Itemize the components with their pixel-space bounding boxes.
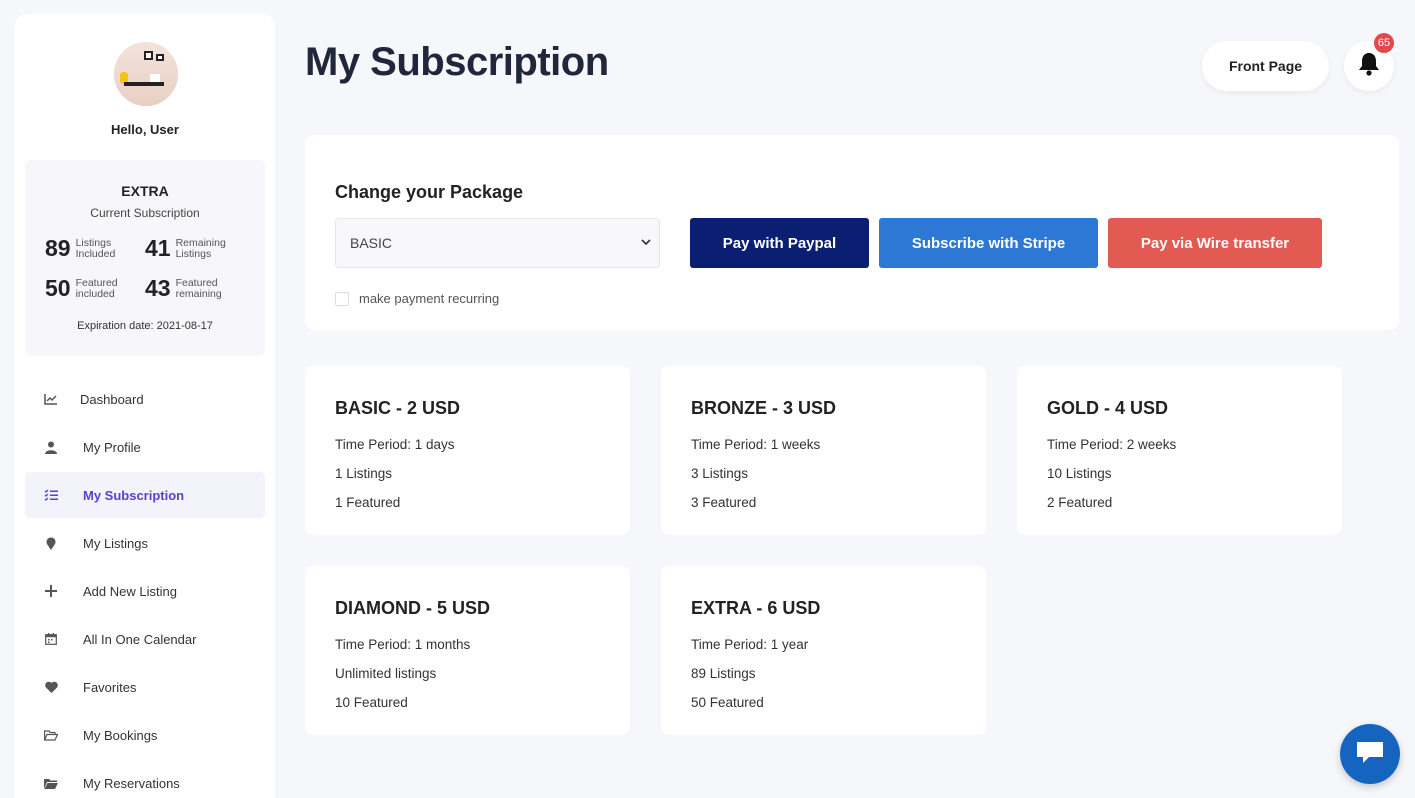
sidebar-item-label: My Listings (83, 535, 149, 551)
package-featured: 3 Featured (691, 495, 757, 510)
sidebar-item-label: All In One Calendar (83, 631, 197, 647)
chart-icon (43, 391, 59, 407)
change-package-panel: Change your Package BASIC Pay with Paypa… (305, 135, 1399, 330)
page-title: My Subscription (305, 40, 609, 84)
folder-icon (43, 775, 59, 791)
subscription-caption: Current Subscription (90, 206, 200, 220)
plus-icon (43, 583, 59, 599)
stat-featured-included: 50 Featured included (45, 275, 136, 302)
package-featured: 10 Featured (335, 695, 408, 710)
package-title: DIAMOND - 5 USD (335, 598, 491, 618)
sidebar-item-my-subscription[interactable]: My Subscription (25, 472, 265, 518)
package-card-diamond: DIAMOND - 5 USD Time Period: 1 months Un… (305, 566, 630, 735)
user-greeting: Hello, User (111, 122, 179, 137)
package-card-bronze: BRONZE - 3 USD Time Period: 1 weeks 3 Li… (661, 366, 986, 535)
stat-label: Featured included (75, 276, 118, 300)
stat-value: 43 (145, 275, 171, 301)
sidebar-item-calendar[interactable]: All In One Calendar (25, 616, 265, 662)
sidebar-item-add-new-listing[interactable]: Add New Listing (25, 568, 265, 614)
list-check-icon (43, 487, 59, 503)
front-page-button[interactable]: Front Page (1202, 41, 1329, 91)
sidebar-item-label: My Profile (83, 439, 141, 455)
subscribe-with-stripe-button[interactable]: Subscribe with Stripe (879, 218, 1098, 268)
sidebar-item-label: Add New Listing (83, 583, 177, 599)
package-select-value: BASIC (350, 235, 393, 251)
package-period: Time Period: 1 year (691, 637, 809, 652)
sidebar-item-favorites[interactable]: Favorites (25, 664, 265, 710)
recurring-payment-option: make payment recurring (335, 291, 499, 306)
change-package-heading: Change your Package (335, 182, 524, 202)
sidebar-item-my-reservations[interactable]: My Reservations (25, 760, 265, 798)
sidebar-item-label: Favorites (83, 679, 137, 695)
package-featured: 1 Featured (335, 495, 401, 510)
package-listings: 1 Listings (335, 466, 393, 481)
stat-remaining-listings: 41 Remaining Listings (145, 235, 236, 262)
stat-label: Featured remaining (175, 276, 222, 300)
pay-via-wire-transfer-button[interactable]: Pay via Wire transfer (1108, 218, 1322, 268)
package-listings: 10 Listings (1047, 466, 1112, 481)
package-period: Time Period: 1 days (335, 437, 455, 452)
chat-button[interactable] (1340, 724, 1400, 784)
stat-label: Listings Included (75, 236, 116, 260)
package-period: Time Period: 2 weeks (1047, 437, 1177, 452)
subscription-summary: EXTRA Current Subscription 89 Listings I… (25, 160, 265, 356)
sidebar-item-dashboard[interactable]: Dashboard (25, 376, 265, 422)
package-card-basic: BASIC - 2 USD Time Period: 1 days 1 List… (305, 366, 630, 535)
stat-value: 41 (145, 235, 171, 261)
calendar-icon (43, 631, 59, 647)
expiration-date: Expiration date: 2021-08-17 (77, 320, 213, 332)
heart-icon (43, 679, 59, 695)
package-card-gold: GOLD - 4 USD Time Period: 2 weeks 10 Lis… (1017, 366, 1342, 535)
bell-icon (1358, 52, 1380, 81)
map-pin-icon (43, 535, 59, 551)
package-period: Time Period: 1 months (335, 637, 471, 652)
recurring-payment-checkbox[interactable] (335, 291, 349, 306)
sidebar-item-my-bookings[interactable]: My Bookings (25, 712, 265, 758)
package-select[interactable]: BASIC (335, 218, 660, 268)
package-title: EXTRA - 6 USD (691, 598, 821, 618)
package-listings: 3 Listings (691, 466, 749, 481)
avatar[interactable] (114, 42, 178, 106)
sidebar-item-my-listings[interactable]: My Listings (25, 520, 265, 566)
stat-value: 50 (45, 275, 71, 301)
stat-label: Remaining Listings (175, 236, 226, 260)
stat-value: 89 (45, 235, 71, 261)
package-card-extra: EXTRA - 6 USD Time Period: 1 year 89 Lis… (661, 566, 986, 735)
chevron-down-icon (641, 237, 651, 249)
sidebar: Hello, User EXTRA Current Subscription 8… (15, 14, 275, 798)
sidebar-item-label: Dashboard (80, 391, 144, 407)
sidebar-item-label: My Subscription (83, 487, 185, 503)
stat-featured-remaining: 43 Featured remaining (145, 275, 236, 302)
stat-listings-included: 89 Listings Included (45, 235, 136, 262)
pay-with-paypal-button[interactable]: Pay with Paypal (690, 218, 869, 268)
recurring-payment-label: make payment recurring (359, 291, 500, 306)
chat-bubble-icon (1355, 739, 1385, 770)
subscription-plan: EXTRA (121, 183, 169, 199)
package-title: GOLD - 4 USD (1047, 398, 1169, 418)
package-featured: 50 Featured (691, 695, 764, 710)
notification-badge: 65 (1374, 33, 1394, 53)
sidebar-item-label: My Reservations (83, 775, 180, 791)
sidebar-item-label: My Bookings (83, 727, 158, 743)
package-period: Time Period: 1 weeks (691, 437, 821, 452)
package-featured: 2 Featured (1047, 495, 1113, 510)
package-title: BRONZE - 3 USD (691, 398, 837, 418)
package-listings: 89 Listings (691, 666, 756, 681)
package-listings: Unlimited listings (335, 666, 437, 681)
sidebar-item-my-profile[interactable]: My Profile (25, 424, 265, 470)
sidebar-nav: Dashboard My Profile My Subscription My … (25, 376, 265, 798)
folder-open-icon (43, 727, 59, 743)
package-title: BASIC - 2 USD (335, 398, 461, 418)
user-icon (43, 439, 59, 455)
